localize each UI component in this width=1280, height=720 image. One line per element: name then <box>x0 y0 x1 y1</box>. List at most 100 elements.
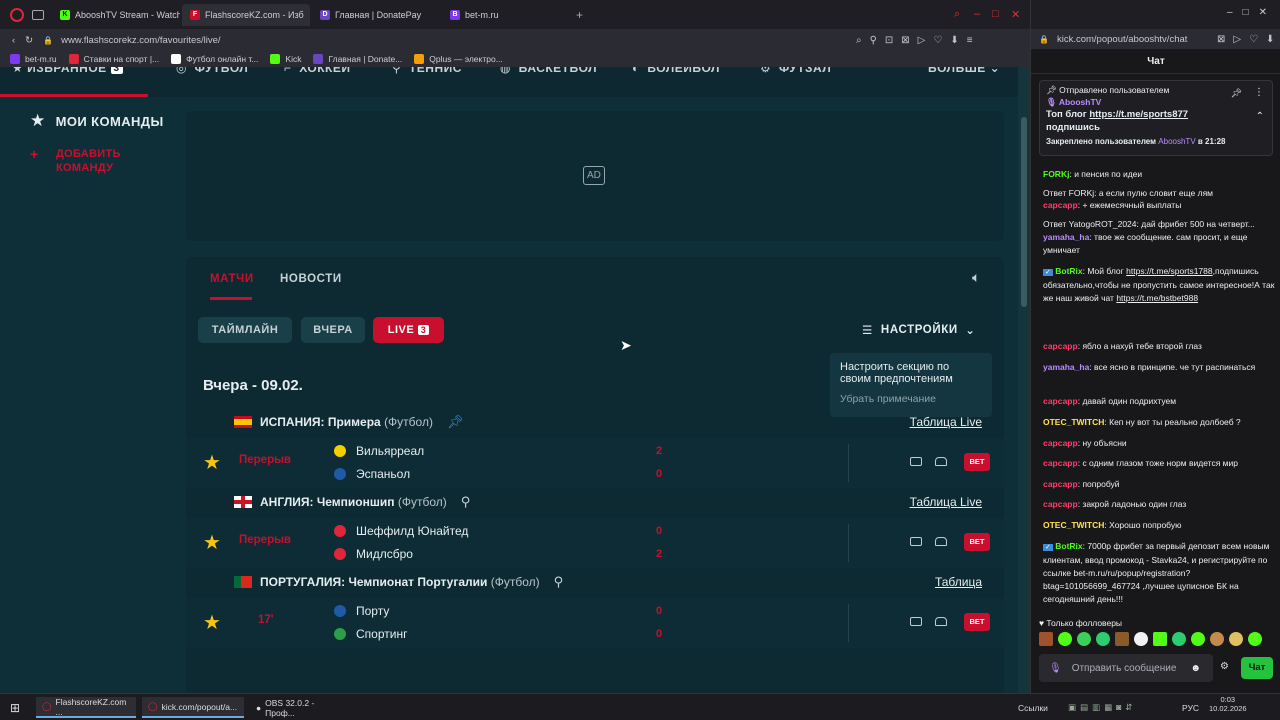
back-icon[interactable]: ‹ <box>12 35 15 46</box>
address-bar-tools-icon[interactable]: ⊠▷♡⬇ <box>1217 34 1280 45</box>
url-field[interactable]: www.flashscorekz.com/favourites/live/ <box>61 35 220 46</box>
filter-live[interactable]: LIVE 3 <box>373 317 444 343</box>
emote-icon[interactable] <box>1172 632 1186 646</box>
emote-icon[interactable] <box>1229 632 1243 646</box>
bookmark-item[interactable]: bet-m.ru <box>10 54 57 64</box>
match-row[interactable]: ★ Перерыв Шеффилд Юнайтед Мидлсбро 0 2 B… <box>186 518 1004 568</box>
pin-icon[interactable]: 📌︎ <box>447 414 464 430</box>
sound-mute-icon[interactable]: 🔈︎ <box>972 269 980 286</box>
shirt-icon[interactable] <box>935 617 947 626</box>
nav-basketball[interactable]: ◍ БАСКЕТБОЛ <box>500 67 597 75</box>
nav-volleyball[interactable]: ◐ ВОЛЕЙБОЛ <box>632 67 720 75</box>
league-name[interactable]: ИСПАНИЯ: Примера (Футбол) <box>260 415 433 429</box>
league-name[interactable]: АНГЛИЯ: Чемпионшип (Футбол) <box>260 495 447 509</box>
add-team-button[interactable]: + ДОБАВИТЬ КОМАНДУ <box>30 147 121 175</box>
bet-button[interactable]: BET <box>964 613 990 631</box>
clock[interactable]: 0:03 10.02.2026 <box>1203 695 1253 719</box>
nav-football[interactable]: ◎ ФУТБОЛ <box>176 67 248 75</box>
emote-icon[interactable] <box>1191 632 1205 646</box>
nav-hockey[interactable]: ⌐ ХОККЕЙ <box>284 67 351 75</box>
chat-url-field[interactable]: kick.com/popout/abooshtv/chat <box>1057 34 1187 45</box>
maximize-icon[interactable]: □ <box>992 8 999 20</box>
tv-icon[interactable] <box>910 457 922 466</box>
standings-live-link[interactable]: Таблица Live <box>910 495 982 509</box>
windows-start-icon[interactable]: ⊞ <box>4 697 26 718</box>
more-options-icon[interactable]: ⋮ <box>1254 87 1264 99</box>
match-row[interactable]: ★ 17' Порту Спортинг 0 0 BET <box>186 598 1004 648</box>
standings-live-link[interactable]: Таблица Live <box>910 415 982 429</box>
bookmark-item[interactable]: Футбол онлайн т... <box>171 54 258 64</box>
settings-button[interactable]: ☰ НАСТРОЙКИ ⌄ <box>862 323 976 337</box>
emoji-icon[interactable]: ☻ <box>1190 663 1201 674</box>
minimize-icon[interactable]: – <box>974 8 980 20</box>
taskbar-item-obs[interactable]: ● OBS 32.0.2 - Проф... <box>250 697 352 718</box>
tab-betm[interactable]: Bbet-m.ru <box>442 4 570 26</box>
pinned-link[interactable]: https://t.me/sports877 <box>1089 109 1188 120</box>
scrollbar-thumb[interactable] <box>1021 117 1027 307</box>
away-score: 0 <box>656 628 663 640</box>
opera-logo-icon[interactable] <box>10 7 24 22</box>
workspaces-icon[interactable] <box>32 9 44 20</box>
settings-gear-icon[interactable]: ⚙ <box>1220 661 1229 672</box>
ad-banner[interactable]: AD <box>186 111 1004 241</box>
tab-news[interactable]: НОВОСТИ <box>280 273 342 285</box>
match-row[interactable]: ★ Перерыв Вильярреал Эспаньол 2 0 BET <box>186 438 1004 488</box>
pin-icon: 📌︎ <box>1046 85 1057 95</box>
emote-icon[interactable] <box>1058 632 1072 646</box>
emote-icon[interactable] <box>1096 632 1110 646</box>
filter-yesterday[interactable]: ВЧЕРА <box>301 317 365 343</box>
standings-link[interactable]: Таблица <box>935 575 982 589</box>
bet-button[interactable]: BET <box>964 453 990 471</box>
tab-flashscore[interactable]: F FlashscoreKZ.com - Изб <box>182 3 310 26</box>
pin-icon[interactable]: ⚲ <box>554 574 564 590</box>
tab-donatepay[interactable]: D Главная | DonatePay <box>312 4 440 26</box>
nav-favourites[interactable]: ★ ИЗБРАННОЕ 3 <box>12 67 123 75</box>
pin-icon[interactable]: ⚲ <box>461 494 471 510</box>
window-controls-icon[interactable]: –□✕ <box>1227 7 1277 18</box>
emote-icon[interactable] <box>1134 632 1148 646</box>
search-tabs-icon[interactable]: ⌕ <box>954 8 960 21</box>
bet-button[interactable]: BET <box>964 533 990 551</box>
filter-timeline[interactable]: ТАЙМЛАЙН <box>198 317 292 343</box>
emote-icon[interactable] <box>1153 632 1167 646</box>
nav-tennis[interactable]: ⚲ ТЕННИС <box>392 67 462 75</box>
input-language[interactable]: РУС <box>1176 697 1205 718</box>
emote-icon[interactable] <box>1077 632 1091 646</box>
favourite-star-icon[interactable]: ★ <box>203 610 221 635</box>
unpin-icon[interactable]: 📌︎ <box>1231 87 1242 99</box>
address-bar-tools-icon[interactable]: ⌕⚲⊡⊠▷♡⬇≡ <box>856 35 981 46</box>
league-name[interactable]: ПОРТУГАЛИЯ: Чемпионат Португалии (Футбол… <box>260 575 540 589</box>
bookmark-item[interactable]: Ставки на спорт |... <box>68 54 159 64</box>
nav-more[interactable]: БОЛЬШЕ ⌄ <box>928 67 1000 75</box>
close-icon[interactable]: ✕ <box>1011 8 1020 21</box>
shirt-icon[interactable] <box>935 457 947 466</box>
bookmark-item[interactable]: Qplus — электро... <box>414 54 503 64</box>
tab-abooshtv[interactable]: K AbooshTV Stream - Watch <box>52 4 180 26</box>
nav-futsal[interactable]: ⚙ ФУТЗАЛ <box>760 67 831 75</box>
links-toolbar[interactable]: Ссылки <box>1012 697 1054 718</box>
shirt-icon[interactable] <box>935 537 947 546</box>
favourite-star-icon[interactable]: ★ <box>203 530 221 555</box>
bookmark-item[interactable]: Главная | Donate... <box>313 54 402 64</box>
emote-icon[interactable] <box>1248 632 1262 646</box>
tv-icon[interactable] <box>910 537 922 546</box>
tv-icon[interactable] <box>910 617 922 626</box>
emote-icon[interactable] <box>1039 632 1053 646</box>
new-tab-button[interactable]: + <box>576 8 583 22</box>
taskbar-item-kick[interactable]: ◯ kick.com/popout/a... <box>142 697 244 718</box>
emote-icon[interactable] <box>1115 632 1129 646</box>
send-chat-button[interactable]: Чат <box>1241 657 1273 679</box>
page-scrollbar[interactable] <box>1018 67 1030 693</box>
reload-icon[interactable]: ↻ <box>25 35 33 46</box>
bookmark-item[interactable]: Kick <box>270 54 301 64</box>
tray-icons-icon[interactable]: ▣▤▥▦◙⇵ <box>1062 697 1142 718</box>
betm-icon: B <box>450 9 460 20</box>
collapse-icon[interactable]: ⌃ <box>1256 111 1264 123</box>
home-score: 0 <box>656 525 663 537</box>
taskbar-item-flashscore[interactable]: ◯ FlashscoreKZ.com ... <box>36 697 136 718</box>
emote-icon[interactable] <box>1210 632 1224 646</box>
chat-input[interactable]: 🎙︎ Отправить сообщение ☻ <box>1039 654 1213 682</box>
tab-matches[interactable]: МАТЧИ <box>210 273 254 285</box>
dismiss-hint-button[interactable]: Убрать примечание <box>840 393 982 405</box>
favourite-star-icon[interactable]: ★ <box>203 450 221 475</box>
